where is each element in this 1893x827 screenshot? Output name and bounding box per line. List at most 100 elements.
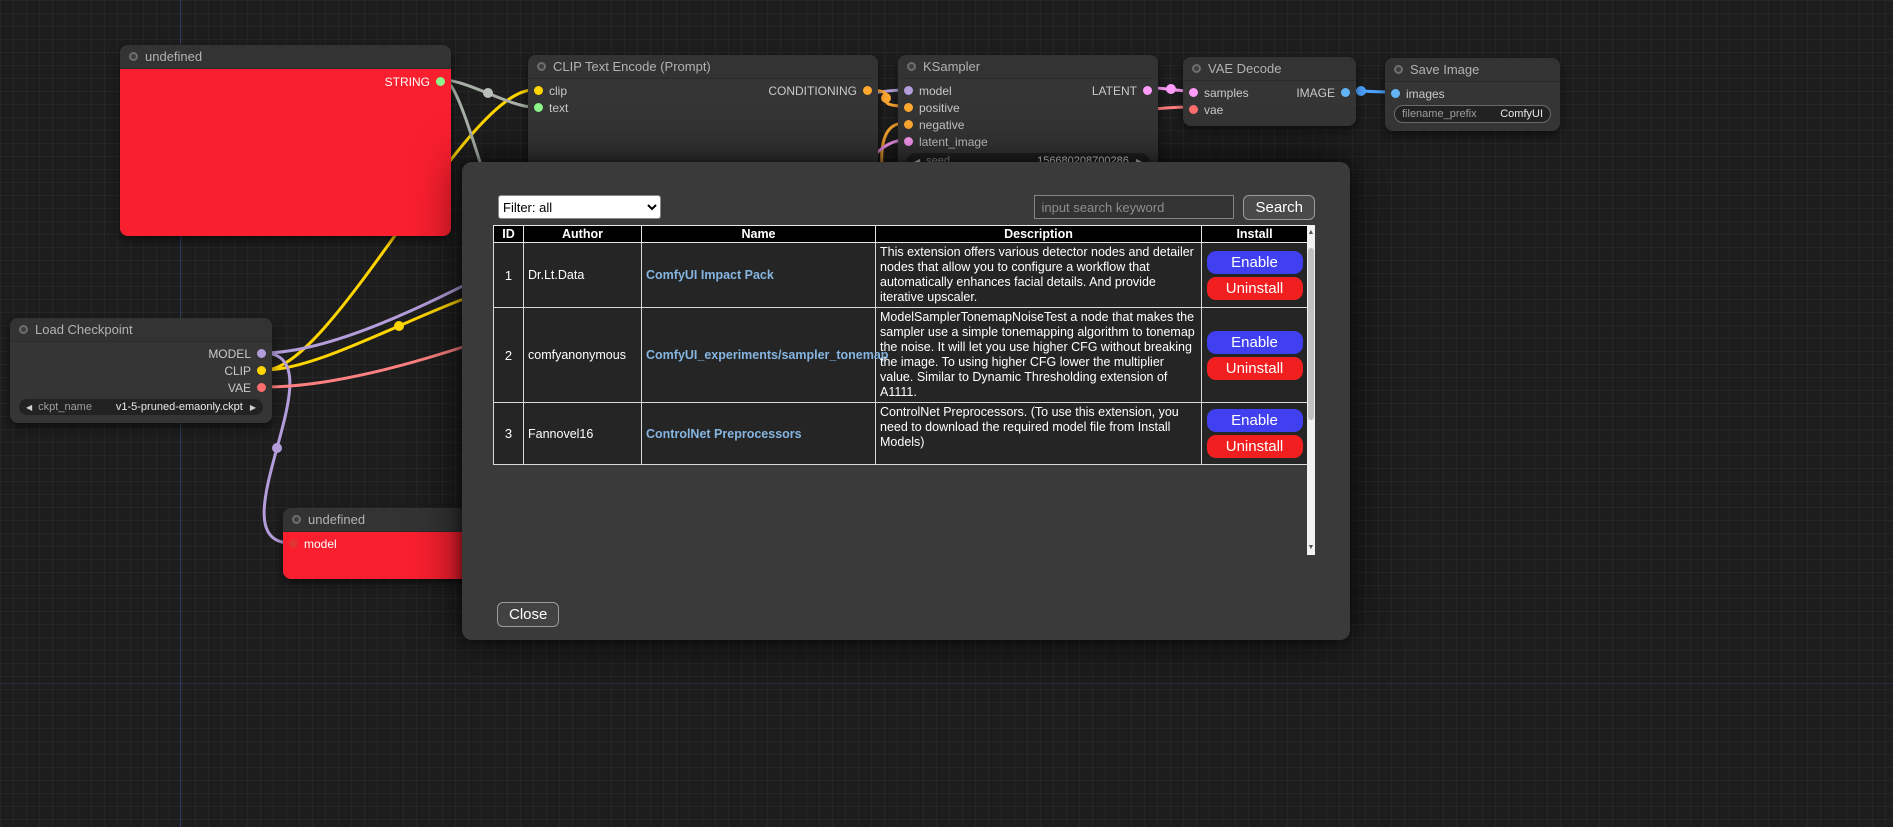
node-collapse-dot-icon[interactable]: [129, 52, 138, 61]
input-label: text: [549, 101, 568, 115]
node-header[interactable]: CLIP Text Encode (Prompt): [528, 55, 878, 79]
output-label: MODEL: [208, 347, 251, 361]
output-label: CLIP: [224, 364, 251, 378]
table-row: 3 Fannovel16 ControlNet Preprocessors Co…: [494, 403, 1308, 465]
filter-select[interactable]: Filter: all: [498, 195, 661, 219]
decrement-arrow-icon[interactable]: ◀: [26, 403, 32, 412]
node-undefined-top[interactable]: undefined STRING: [120, 45, 451, 236]
output-label: VAE: [228, 381, 251, 395]
table-scrollbar[interactable]: ▲ ▼: [1307, 225, 1315, 555]
link-midpoint-dot: [483, 88, 493, 98]
input-label: images: [1406, 87, 1445, 101]
ckpt-name-widget[interactable]: ◀ ckpt_name v1-5-pruned-emaonly.ckpt ▶: [19, 399, 263, 415]
input-slot-vae[interactable]: [1189, 105, 1198, 114]
output-label: CONDITIONING: [768, 84, 857, 98]
table-row: 2 comfyanonymous ComfyUI_experiments/sam…: [494, 308, 1308, 403]
widget-label: filename_prefix: [1402, 108, 1477, 120]
output-slot-latent[interactable]: [1143, 86, 1152, 95]
node-collapse-dot-icon[interactable]: [1192, 64, 1201, 73]
cell-id: 1: [494, 243, 524, 308]
node-title: undefined: [145, 49, 202, 64]
input-label: latent_image: [919, 135, 988, 149]
input-slot-samples[interactable]: [1189, 88, 1198, 97]
node-collapse-dot-icon[interactable]: [537, 62, 546, 71]
node-title: KSampler: [923, 59, 980, 74]
custom-nodes-manager-dialog: Filter: all Search ID Author Name: [462, 162, 1350, 640]
uninstall-button[interactable]: Uninstall: [1207, 435, 1303, 458]
uninstall-button[interactable]: Uninstall: [1207, 357, 1303, 380]
extension-link[interactable]: ComfyUI Impact Pack: [646, 268, 774, 282]
cell-author: comfyanonymous: [524, 308, 642, 403]
node-title: Save Image: [1410, 62, 1479, 77]
output-slot-vae[interactable]: [257, 383, 266, 392]
input-label: model: [919, 84, 952, 98]
node-header[interactable]: Save Image: [1385, 58, 1560, 82]
input-slot-clip[interactable]: [534, 86, 543, 95]
node-load-checkpoint[interactable]: Load Checkpoint MODEL CLIP VAE: [10, 318, 272, 423]
scroll-up-icon[interactable]: ▲: [1307, 225, 1315, 240]
input-slot-latent-image[interactable]: [904, 137, 913, 146]
cell-author: Dr.Lt.Data: [524, 243, 642, 308]
input-slot-model[interactable]: [904, 86, 913, 95]
node-title: undefined: [308, 512, 365, 527]
close-button[interactable]: Close: [497, 602, 559, 627]
node-header[interactable]: Load Checkpoint: [10, 318, 272, 342]
extension-link[interactable]: ControlNet Preprocessors: [646, 427, 802, 441]
widget-value: v1-5-pruned-emaonly.ckpt: [116, 401, 250, 413]
input-label: positive: [919, 101, 960, 115]
cell-author: Fannovel16: [524, 403, 642, 465]
comfyui-canvas[interactable]: undefined STRING CLIP Text Encode (Promp…: [0, 0, 1893, 827]
output-label: STRING: [385, 75, 430, 89]
input-slot-negative[interactable]: [904, 120, 913, 129]
increment-arrow-icon[interactable]: ▶: [250, 403, 256, 412]
input-label: vae: [1204, 103, 1223, 117]
scrollbar-track[interactable]: [1307, 240, 1315, 540]
output-slot-conditioning[interactable]: [863, 86, 872, 95]
output-slot-clip[interactable]: [257, 366, 266, 375]
node-header[interactable]: VAE Decode: [1183, 57, 1356, 81]
enable-button[interactable]: Enable: [1207, 409, 1303, 432]
input-slot-text[interactable]: [534, 103, 543, 112]
search-button[interactable]: Search: [1243, 195, 1315, 220]
enable-button[interactable]: Enable: [1207, 331, 1303, 354]
node-title: CLIP Text Encode (Prompt): [553, 59, 711, 74]
node-collapse-dot-icon[interactable]: [907, 62, 916, 71]
link-midpoint-dot: [1356, 86, 1366, 96]
cell-description: ControlNet Preprocessors. (To use this e…: [876, 403, 1202, 465]
scrollbar-thumb[interactable]: [1308, 248, 1314, 420]
filename-prefix-widget[interactable]: filename_prefix ComfyUI: [1394, 105, 1551, 123]
node-title: VAE Decode: [1208, 61, 1281, 76]
extensions-table: ID Author Name Description Install 1 Dr.…: [493, 225, 1308, 465]
cell-id: 3: [494, 403, 524, 465]
input-slot-positive[interactable]: [904, 103, 913, 112]
node-vae-decode[interactable]: VAE Decode samples IMAGE vae: [1183, 57, 1356, 126]
input-slot-model[interactable]: [289, 539, 298, 548]
enable-button[interactable]: Enable: [1207, 251, 1303, 274]
input-slot-images[interactable]: [1391, 89, 1400, 98]
input-label: model: [304, 537, 337, 551]
cell-id: 2: [494, 308, 524, 403]
link-midpoint-dot: [881, 93, 891, 103]
node-header[interactable]: undefined: [120, 45, 451, 69]
node-collapse-dot-icon[interactable]: [19, 325, 28, 334]
column-header-name: Name: [642, 226, 876, 243]
output-slot-model[interactable]: [257, 349, 266, 358]
extension-link[interactable]: ComfyUI_experiments/sampler_tonemap: [646, 348, 888, 362]
cell-description: ModelSamplerTonemapNoiseTest a node that…: [876, 308, 1202, 403]
node-title: Load Checkpoint: [35, 322, 133, 337]
uninstall-button[interactable]: Uninstall: [1207, 277, 1303, 300]
node-header[interactable]: KSampler: [898, 55, 1158, 79]
search-input[interactable]: [1034, 195, 1234, 219]
column-header-install: Install: [1202, 226, 1308, 243]
node-collapse-dot-icon[interactable]: [1394, 65, 1403, 74]
scroll-down-icon[interactable]: ▼: [1307, 540, 1315, 555]
link-midpoint-dot: [272, 443, 282, 453]
output-label: IMAGE: [1296, 86, 1335, 100]
link-midpoint-dot: [394, 321, 404, 331]
output-slot-image[interactable]: [1341, 88, 1350, 97]
node-collapse-dot-icon[interactable]: [292, 515, 301, 524]
node-save-image[interactable]: Save Image images filename_prefix ComfyU…: [1385, 58, 1560, 131]
output-slot-string[interactable]: [436, 77, 445, 86]
column-header-id: ID: [494, 226, 524, 243]
input-label: negative: [919, 118, 964, 132]
